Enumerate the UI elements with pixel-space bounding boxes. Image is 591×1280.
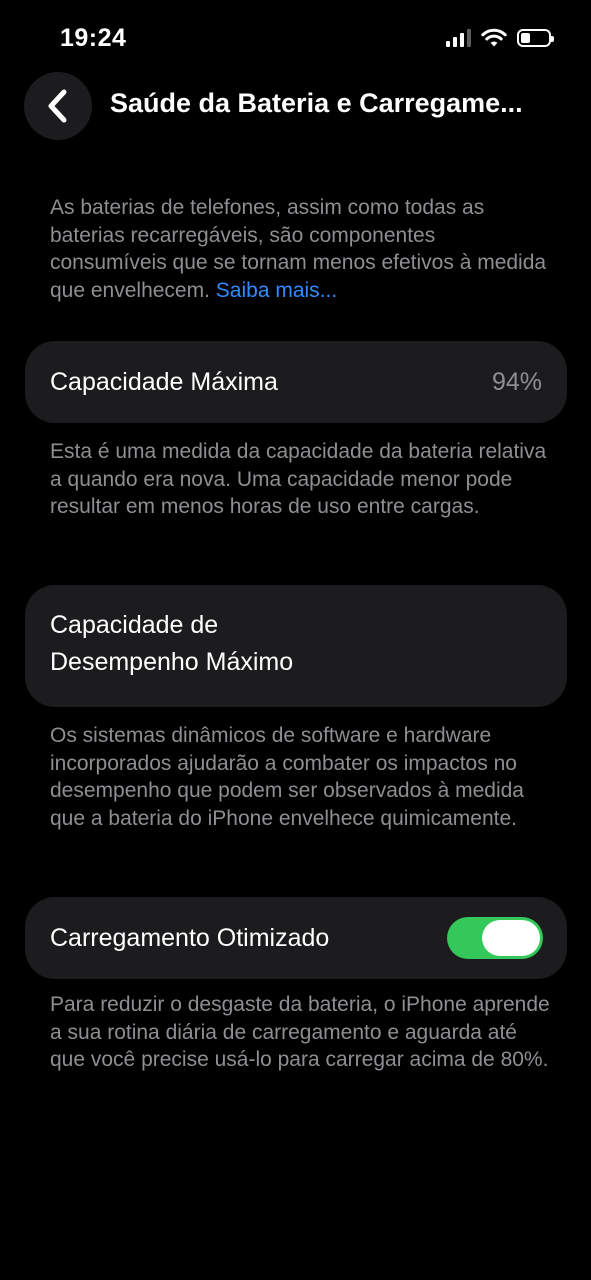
optimized-charging-toggle[interactable] [447,917,543,959]
cellular-signal-icon [446,29,471,47]
max-capacity-row: Capacidade Máxima 94% [25,341,567,423]
optimized-charging-description: Para reduzir o desgaste da bateria, o iP… [50,993,550,1071]
learn-more-link[interactable]: Saiba mais... [216,279,337,302]
chevron-left-icon [48,89,67,123]
intro-description: As baterias de telefones, assim como tod… [50,194,550,304]
wifi-icon [481,28,507,47]
max-capacity-description: Esta é uma medida da capacidade da bater… [50,440,547,518]
peak-performance-label-line2: Desempenho Máximo [50,648,294,676]
battery-level-fill [521,33,530,43]
peak-performance-label-line1: Capacidade de [50,611,219,639]
peak-performance-description: Os sistemas dinâmicos de software e hard… [50,724,524,830]
page-title: Saúde da Bateria e Carregame... [110,88,523,118]
optimized-charging-row: Carregamento Otimizado [25,897,567,979]
peak-performance-row: Capacidade de Desempenho Máximo [25,585,567,707]
status-time: 19:24 [60,24,127,52]
toggle-knob [482,920,540,956]
optimized-charging-label: Carregamento Otimizado [50,924,330,952]
battery-icon [517,29,554,47]
battery-health-screen: 19:24 Saúde da Bateria e Carregame... As… [0,0,591,1280]
max-capacity-label: Capacidade Máxima [50,368,278,396]
status-icons [446,28,554,48]
max-capacity-value: 94% [491,368,542,396]
back-button[interactable] [24,72,92,140]
